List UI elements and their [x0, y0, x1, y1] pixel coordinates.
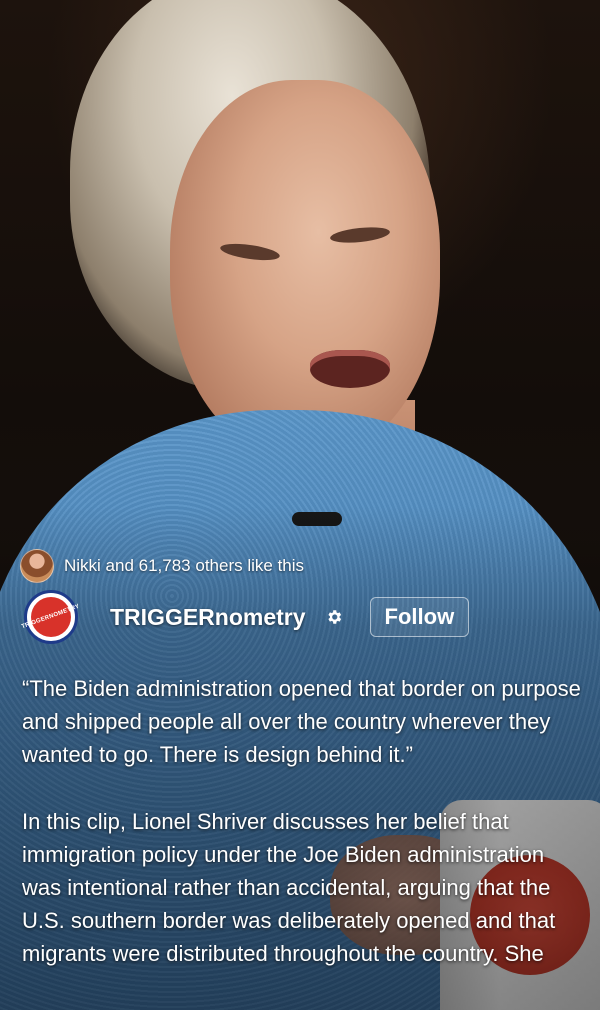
caption-body: In this clip, Lionel Shriver discusses h… [22, 809, 556, 966]
likes-row[interactable]: Nikki and 61,783 others like this [20, 549, 304, 583]
channel-avatar-text: TRIGGERNOMETRY [21, 603, 81, 631]
channel-name[interactable]: TRIGGERnometry [110, 604, 306, 631]
liker-avatar [20, 549, 54, 583]
gear-icon[interactable] [324, 607, 344, 627]
follow-button[interactable]: Follow [369, 597, 470, 637]
caption-quote: “The Biden administration opened that bo… [22, 676, 581, 767]
likes-text: Nikki and 61,783 others like this [64, 556, 305, 575]
channel-row: TRIGGERNOMETRY TRIGGERnometry Follow [21, 590, 470, 644]
channel-avatar[interactable]: TRIGGERNOMETRY [21, 590, 81, 644]
post-caption[interactable]: “The Biden administration opened that bo… [22, 672, 582, 970]
channel-avatar-logo: TRIGGERNOMETRY [21, 597, 81, 637]
